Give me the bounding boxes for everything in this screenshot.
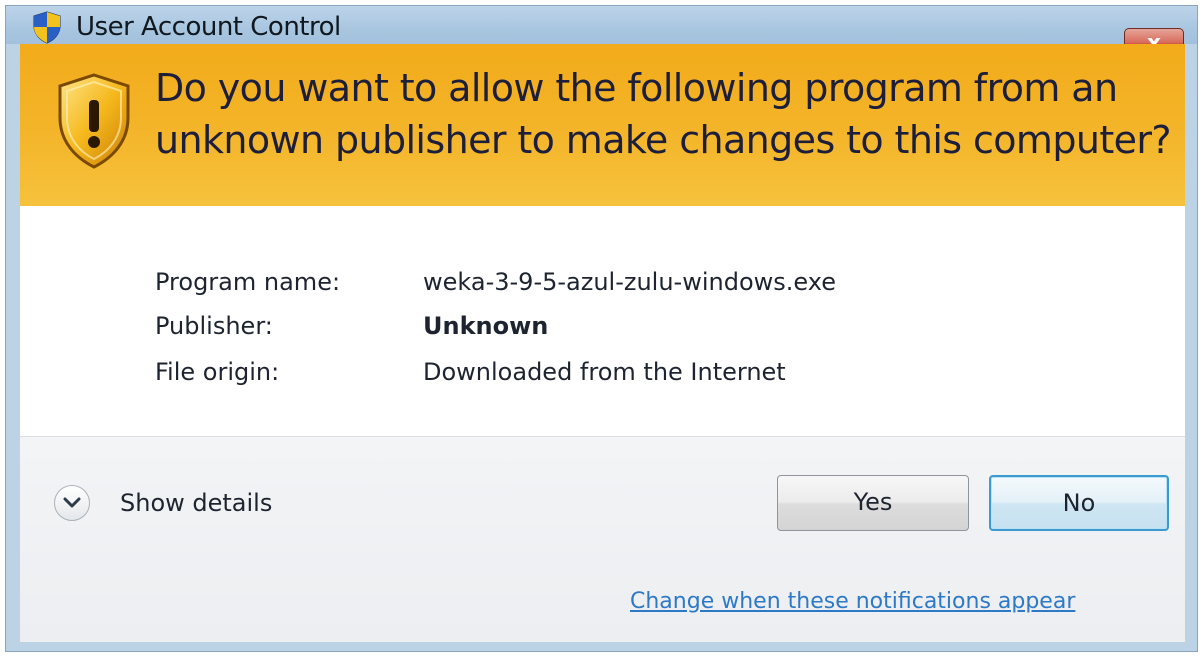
- no-button[interactable]: No: [989, 475, 1169, 531]
- heading-line-2: unknown publisher to make changes to thi…: [155, 118, 1172, 162]
- program-name-value: weka-3-9-5-azul-zulu-windows.exe: [423, 268, 836, 296]
- uac-heading: Do you want to allow the following progr…: [155, 62, 1175, 166]
- notification-settings-link[interactable]: Change when these notifications appear: [630, 589, 1075, 614]
- uac-shield-icon: [33, 11, 61, 44]
- file-origin-label: File origin:: [155, 358, 280, 386]
- chevron-down-icon[interactable]: [54, 485, 90, 521]
- uac-dialog: User Account Control x Do you want to al…: [6, 6, 1197, 651]
- show-details-label[interactable]: Show details: [120, 489, 272, 517]
- publisher-value: Unknown: [423, 312, 549, 340]
- program-details: Program name: weka-3-9-5-azul-zulu-windo…: [20, 206, 1185, 436]
- file-origin-value: Downloaded from the Internet: [423, 358, 786, 386]
- heading-line-1: Do you want to allow the following progr…: [155, 66, 1118, 110]
- window-title: User Account Control: [76, 12, 341, 42]
- dialog-footer: Show details Yes No Change when these no…: [20, 436, 1185, 642]
- publisher-label: Publisher:: [155, 312, 273, 340]
- yes-button[interactable]: Yes: [777, 475, 969, 531]
- warning-banner: Do you want to allow the following progr…: [20, 44, 1185, 206]
- program-name-label: Program name:: [155, 268, 341, 296]
- title-bar: User Account Control x: [6, 6, 1197, 60]
- warning-shield-icon: [58, 73, 130, 169]
